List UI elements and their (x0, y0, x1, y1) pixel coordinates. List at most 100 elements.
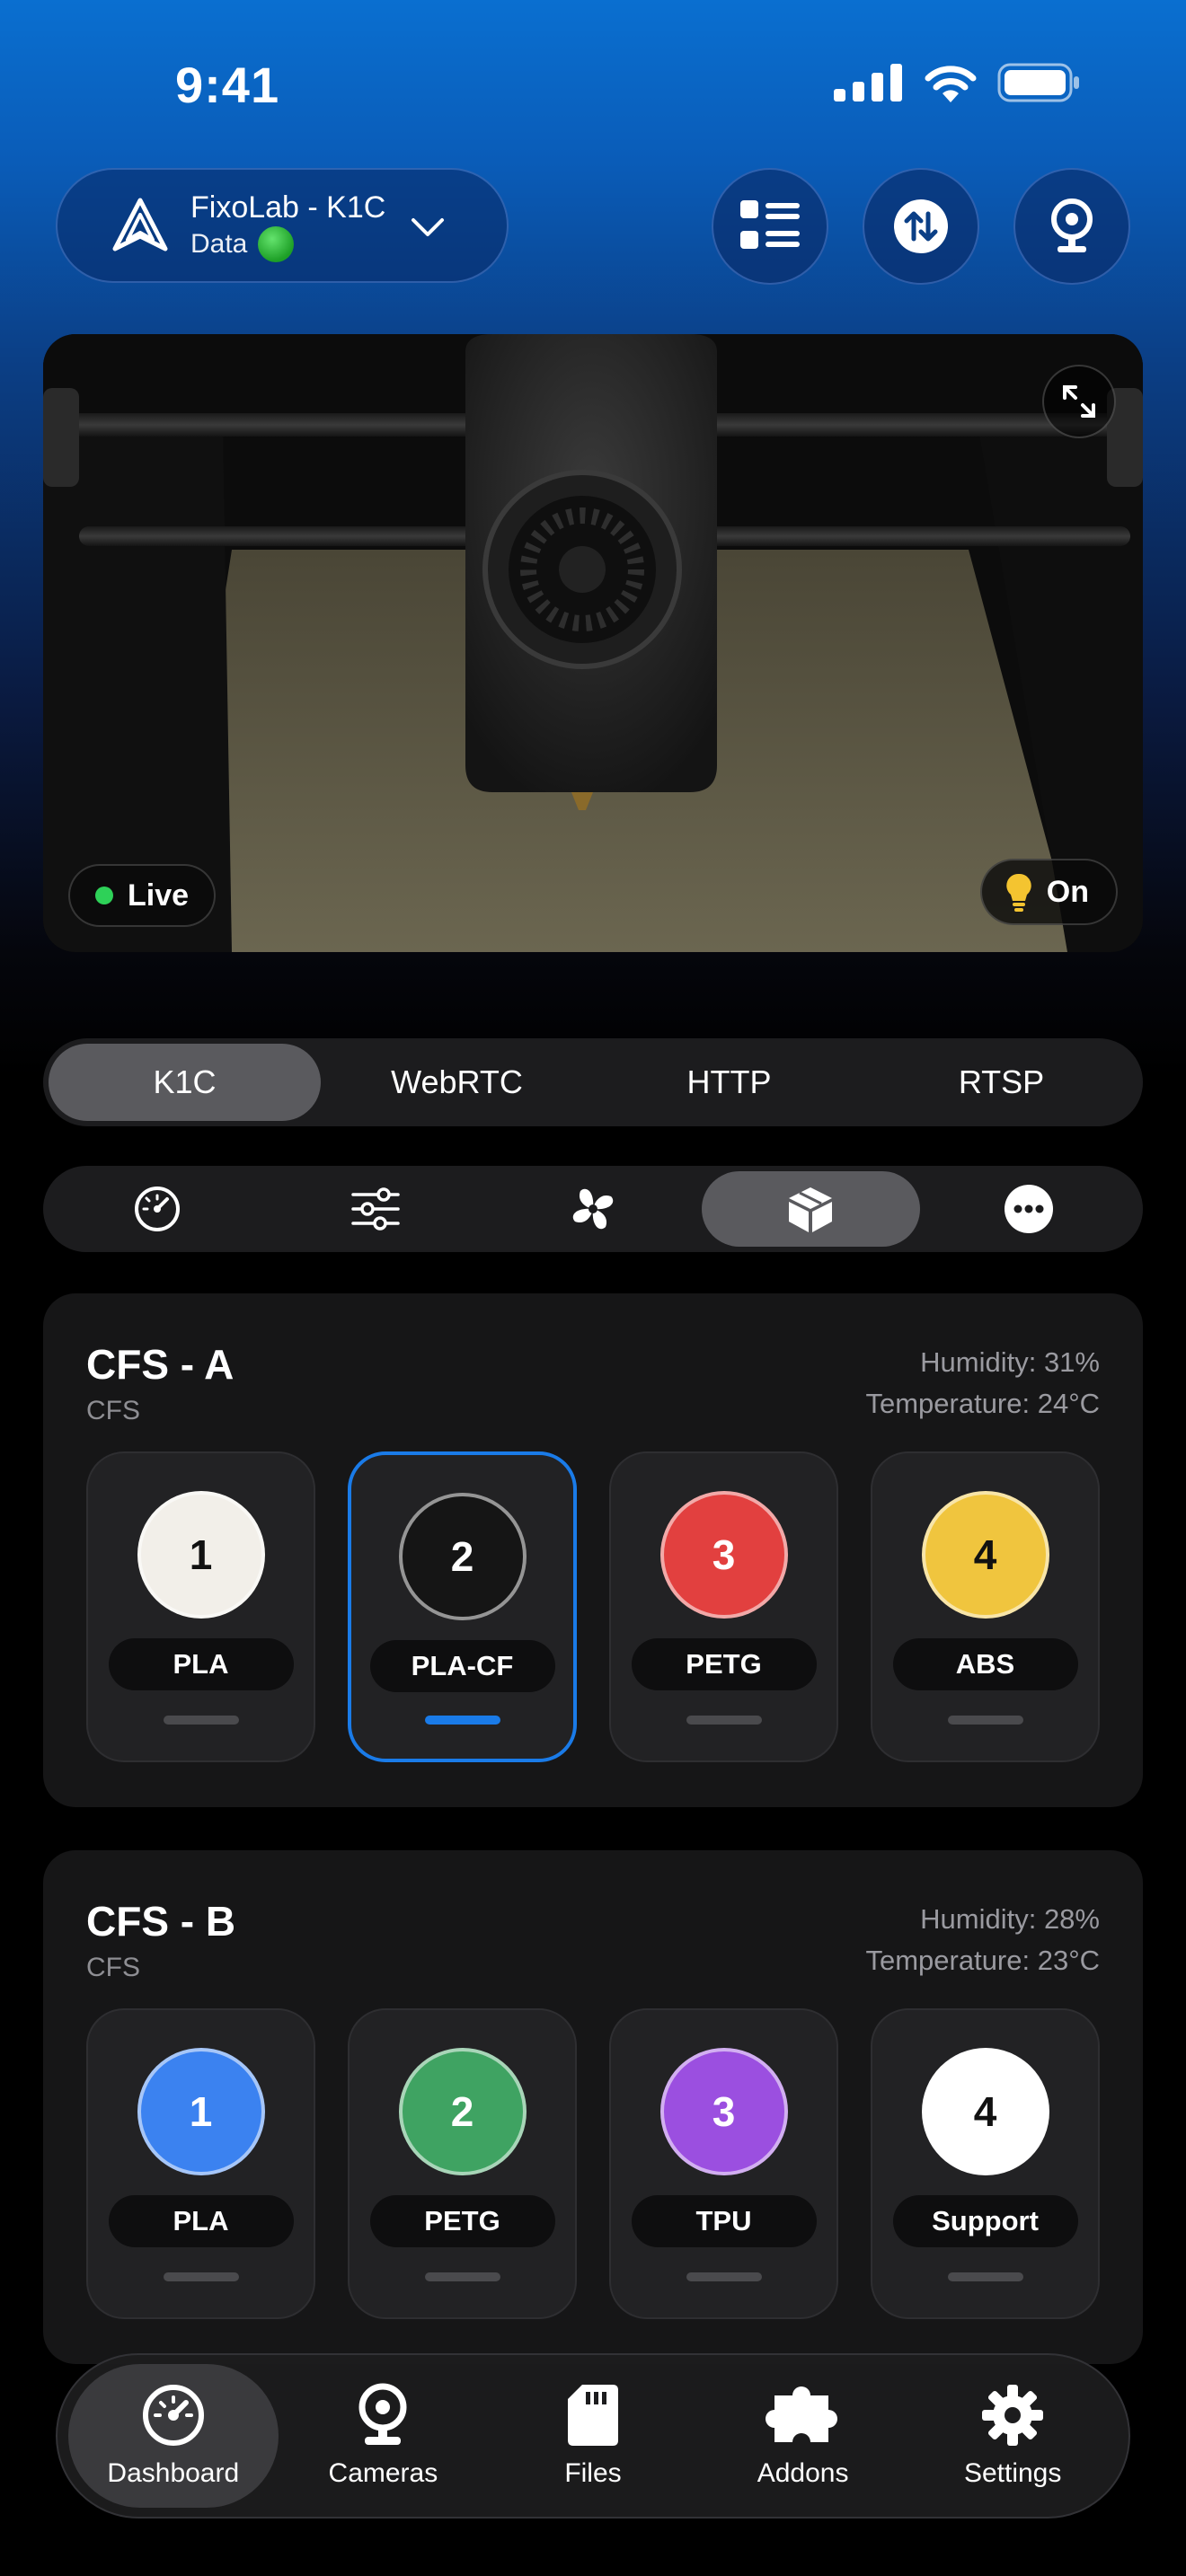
humidity-readout: Humidity: 28% (920, 1903, 1100, 1935)
connection-status-dot (258, 226, 295, 262)
webcam-icon (358, 2383, 407, 2445)
status-bar: 9:41 (0, 0, 1186, 171)
slot-indicator (947, 1716, 1023, 1725)
material-label: PETG (631, 1638, 817, 1690)
slot-indicator (424, 2272, 500, 2281)
material-label: PETG (369, 2195, 555, 2247)
material-label: TPU (631, 2195, 817, 2247)
fan-icon (572, 1188, 614, 1230)
filament-slot[interactable]: 4 ABS (871, 1451, 1100, 1762)
cfs-title: CFS - A (86, 1341, 235, 1388)
camera-feed[interactable]: Live On (43, 334, 1143, 952)
tab-rtsp[interactable]: RTSP (865, 1044, 1137, 1121)
slot-indicator (424, 1716, 500, 1725)
filament-slot[interactable]: 3 PETG (609, 1451, 838, 1762)
tab-sliders[interactable] (266, 1171, 483, 1247)
box-icon (789, 1187, 833, 1232)
gauge-icon (135, 1187, 181, 1231)
lightbulb-icon (1006, 873, 1031, 912)
tab-gauge[interactable] (49, 1171, 266, 1247)
tab-webrtc[interactable]: WebRTC (321, 1044, 593, 1121)
spool-color: 1 (137, 1491, 265, 1619)
spool-color: 2 (398, 1493, 527, 1620)
sd-card-icon (567, 2385, 618, 2446)
tab-dashboard[interactable]: Dashboard (68, 2364, 279, 2508)
spool-color: 1 (137, 2048, 265, 2175)
cfs-title: CFS - B (86, 1898, 236, 1945)
printer-selector[interactable]: FixoLab - K1C Data (56, 168, 509, 283)
slot-indicator (686, 2272, 762, 2281)
expand-icon (1063, 385, 1095, 418)
spool-color: 3 (659, 2048, 788, 2175)
transfer-arrows-icon (894, 199, 948, 253)
spool-color: 2 (398, 2048, 527, 2175)
list-view-button[interactable] (712, 168, 828, 285)
filament-slot[interactable]: 1 PLA (86, 2008, 315, 2319)
control-tabs (43, 1166, 1143, 1252)
gear-icon (982, 2385, 1044, 2446)
material-label: ABS (892, 1638, 1078, 1690)
battery-icon (997, 63, 1079, 102)
temperature-readout: Temperature: 24°C (865, 1388, 1100, 1419)
spool-color: 3 (659, 1491, 788, 1619)
printer-camera-image (43, 334, 1143, 952)
status-icons (834, 63, 1080, 102)
tab-settings[interactable]: Settings (907, 2364, 1118, 2508)
wifi-icon (925, 66, 977, 102)
webcam-button[interactable] (1013, 168, 1130, 285)
tab-http[interactable]: HTTP (593, 1044, 865, 1121)
material-label: PLA (108, 2195, 294, 2247)
tab-k1c[interactable]: K1C (49, 1044, 321, 1121)
clock: 9:41 (175, 57, 280, 113)
tab-label: Settings (963, 2458, 1062, 2488)
stream-source-tabs: K1C WebRTC HTTP RTSP (43, 1038, 1143, 1126)
tab-label: Dashboard (107, 2458, 240, 2488)
tab-more[interactable] (920, 1171, 1137, 1247)
filament-slots: 1 PLA 2 PLA-CF 3 PETG 4 ABS (86, 1451, 1100, 1762)
cfs-subtitle: CFS (86, 1953, 140, 1982)
tab-label: Files (564, 2458, 622, 2488)
filament-slot[interactable]: 2 PETG (348, 2008, 577, 2319)
filament-slot[interactable]: 2 PLA-CF (348, 1451, 577, 1762)
material-label: PLA (108, 1638, 294, 1690)
slot-indicator (163, 1716, 239, 1725)
slot-indicator (163, 2272, 239, 2281)
filament-slots: 1 PLA 2 PETG 3 TPU 4 Support (86, 2008, 1100, 2319)
cfs-unit-a: CFS - A CFS Humidity: 31% Temperature: 2… (43, 1293, 1143, 1807)
filament-slot[interactable]: 4 Support (871, 2008, 1100, 2319)
cellular-signal-icon (834, 64, 902, 101)
tab-label: Addons (757, 2458, 849, 2488)
fullscreen-button[interactable] (1042, 365, 1116, 438)
tab-addons[interactable]: Addons (698, 2364, 908, 2508)
printer-source: Data (190, 226, 385, 262)
tab-fan[interactable] (484, 1171, 702, 1247)
tab-files[interactable]: Files (488, 2364, 698, 2508)
printer-name: FixoLab - K1C (190, 190, 386, 225)
filament-slot[interactable]: 3 TPU (609, 2008, 838, 2319)
puzzle-icon (765, 2386, 837, 2442)
filament-slot[interactable]: 1 PLA (86, 1451, 315, 1762)
temperature-readout: Temperature: 23°C (865, 1945, 1100, 1976)
live-indicator: Live (68, 864, 217, 927)
printer-source-label: Data (190, 229, 248, 259)
cfs-environment: Humidity: 31% Temperature: 24°C (865, 1342, 1100, 1425)
light-label: On (1046, 874, 1089, 909)
live-dot (95, 887, 113, 904)
live-label: Live (128, 878, 190, 913)
tab-cameras[interactable]: Cameras (279, 2364, 489, 2508)
tab-filament-box[interactable] (702, 1171, 920, 1247)
sliders-icon (350, 1187, 400, 1231)
transfer-button[interactable] (863, 168, 979, 285)
tab-label: Cameras (328, 2458, 438, 2488)
material-label: PLA-CF (369, 1640, 555, 1692)
gauge-icon (142, 2385, 204, 2446)
material-label: Support (892, 2195, 1078, 2247)
more-icon (1004, 1185, 1053, 1233)
cfs-environment: Humidity: 28% Temperature: 23°C (865, 1899, 1100, 1981)
slot-indicator (947, 2272, 1023, 2281)
list-icon (740, 200, 800, 249)
humidity-readout: Humidity: 31% (920, 1346, 1100, 1378)
webcam-icon (1051, 198, 1093, 252)
spool-color: 4 (921, 1491, 1049, 1619)
light-toggle[interactable]: On (979, 859, 1118, 925)
